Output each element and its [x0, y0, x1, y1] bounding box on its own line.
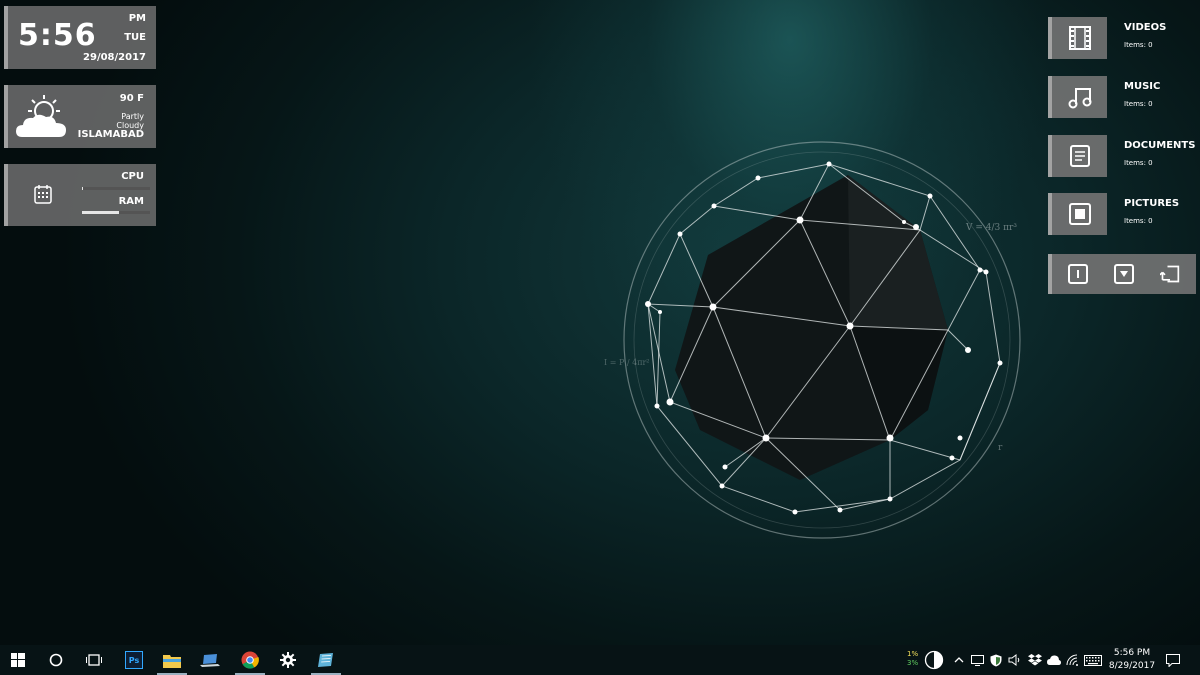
pictures-shortcut[interactable]: PICTURES Items: 0 — [1048, 193, 1188, 235]
videos-count: Items: 0 — [1124, 41, 1153, 49]
cpu-usage-bar — [82, 187, 150, 190]
pictures-count: Items: 0 — [1124, 217, 1153, 225]
wifi-tray-button[interactable] — [1066, 645, 1080, 675]
weather-temperature: 90 F — [119, 93, 144, 104]
file-explorer-taskbar-button[interactable] — [154, 645, 190, 675]
notification-icon — [1166, 653, 1180, 667]
music-label: MUSIC — [1124, 81, 1161, 92]
percentage-2: 3% — [907, 659, 919, 667]
music-count: Items: 0 — [1124, 100, 1153, 108]
clock-time: 5:56 — [18, 18, 97, 53]
taskbar-date: 8/29/2017 — [1108, 661, 1156, 671]
documents-count: Items: 0 — [1124, 159, 1153, 167]
wifi-icon — [1066, 654, 1078, 666]
taskbar-time: 5:56 PM — [1113, 648, 1151, 658]
dropbox-tray-button[interactable] — [1028, 645, 1042, 675]
documents-label: DOCUMENTS — [1124, 140, 1196, 151]
brightness-icon — [924, 650, 944, 670]
clock-day: TUE — [124, 32, 146, 43]
documents-icon-box[interactable] — [1048, 135, 1107, 177]
videos-label: VIDEOS — [1124, 22, 1167, 33]
display-tray-button[interactable] — [971, 645, 984, 675]
clock-widget: 5:56 PM TUE 29/08/2017 — [4, 6, 156, 69]
chrome-icon — [241, 651, 259, 669]
music-note-icon — [1068, 88, 1092, 109]
power-controls-widget — [1048, 254, 1196, 294]
notepad-taskbar-button[interactable] — [308, 645, 344, 675]
ram-usage-fill — [82, 211, 120, 214]
chevron-up-icon — [954, 657, 964, 663]
clock-date: 29/08/2017 — [83, 52, 146, 63]
cortana-icon — [49, 653, 63, 667]
pictures-label: PICTURES — [1124, 198, 1180, 209]
videos-icon-box[interactable] — [1048, 17, 1107, 59]
brightness-button[interactable] — [924, 645, 944, 675]
speaker-icon — [1008, 654, 1020, 666]
wallpaper-polyhedron: V = 4/3 πr³ I = P / 4πr² r — [604, 141, 1021, 539]
document-icon — [1070, 145, 1090, 167]
music-shortcut[interactable]: MUSIC Items: 0 — [1048, 76, 1188, 118]
task-view-button[interactable] — [76, 645, 112, 675]
weather-widget: 90 F Partly Cloudy ISLAMABAD — [4, 85, 156, 148]
cpu-usage-fill — [82, 187, 84, 190]
settings-icon — [280, 652, 296, 668]
calendar-icon — [34, 185, 52, 204]
task-view-icon — [86, 654, 102, 666]
keyboard-icon — [1084, 654, 1102, 666]
show-hidden-icons-button[interactable] — [954, 645, 964, 675]
ram-usage-bar — [82, 211, 150, 214]
sync-tray-button[interactable] — [1047, 645, 1061, 675]
music-icon-box[interactable] — [1048, 76, 1107, 118]
clock-ampm: PM — [128, 13, 146, 24]
taskbar: Ps — [0, 645, 1200, 675]
exit-icon[interactable] — [1160, 264, 1180, 284]
photoshop-icon: Ps — [125, 651, 143, 669]
chrome-taskbar-button[interactable] — [232, 645, 268, 675]
volume-tray-button[interactable] — [1008, 645, 1022, 675]
start-button[interactable] — [0, 645, 36, 675]
cortana-button[interactable] — [38, 645, 74, 675]
documents-shortcut[interactable]: DOCUMENTS Items: 0 — [1048, 135, 1195, 177]
resource-percentages: 1% 3% — [907, 650, 918, 668]
cpu-label: CPU — [121, 171, 144, 182]
settings-taskbar-button[interactable] — [270, 645, 306, 675]
radius-label: r — [998, 443, 1003, 453]
ram-label: RAM — [118, 196, 144, 207]
cloud-sync-icon — [1047, 655, 1061, 665]
notepad-icon — [318, 653, 333, 667]
partly-cloudy-icon — [16, 95, 66, 137]
windows-logo-icon — [11, 653, 25, 667]
power-icon[interactable] — [1068, 264, 1088, 284]
pictures-icon-box[interactable] — [1048, 193, 1107, 235]
film-icon — [1069, 26, 1091, 50]
shield-icon — [990, 654, 1002, 666]
taskbar-clock[interactable]: 5:56 PM 8/29/2017 — [1104, 647, 1160, 673]
photoshop-taskbar-button[interactable]: Ps — [116, 645, 152, 675]
dropdown-icon[interactable] — [1114, 264, 1134, 284]
system-monitor-widget: CPU RAM — [4, 164, 156, 226]
laptop-app-taskbar-button[interactable] — [192, 645, 228, 675]
weather-condition-line1: Partly — [121, 112, 144, 121]
picture-icon — [1069, 203, 1091, 225]
dropbox-icon — [1028, 654, 1042, 666]
file-explorer-icon — [163, 654, 181, 668]
volume-formula: V = 4/3 πr³ — [965, 223, 1017, 233]
intensity-formula: I = P / 4πr² — [604, 358, 650, 367]
photoshop-label: Ps — [128, 655, 140, 665]
action-center-button[interactable] — [1166, 645, 1180, 675]
percentage-1: 1% — [907, 650, 919, 658]
weather-city: ISLAMABAD — [77, 129, 144, 140]
laptop-app-icon — [200, 653, 220, 667]
monitor-icon — [971, 654, 984, 666]
keyboard-tray-button[interactable] — [1084, 645, 1102, 675]
videos-shortcut[interactable]: VIDEOS Items: 0 — [1048, 17, 1188, 59]
security-tray-button[interactable] — [990, 645, 1002, 675]
